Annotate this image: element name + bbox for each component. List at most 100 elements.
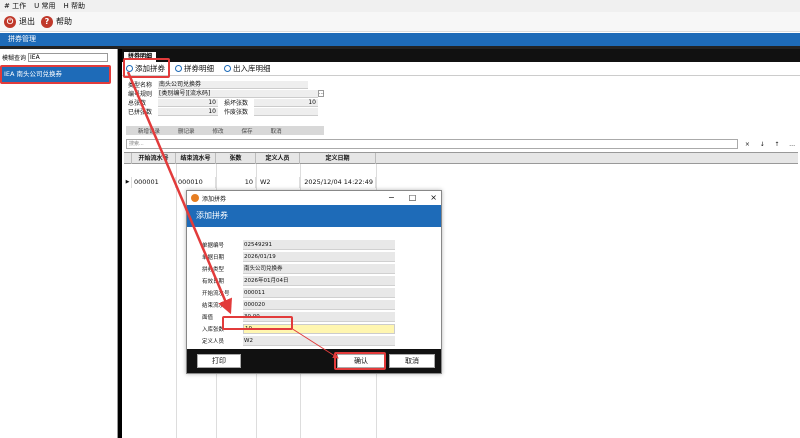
dialog-titlebar: 添加拼券 − □ × bbox=[187, 191, 441, 205]
close-icon[interactable]: × bbox=[430, 193, 437, 202]
col-end-serial[interactable]: 结束流水号 bbox=[176, 153, 216, 164]
app-window: { "menu": {"items": ["# 工作", "U 常用", "H … bbox=[0, 0, 800, 438]
up-arrow-icon[interactable]: ↑ bbox=[774, 141, 779, 148]
highlight-add-button bbox=[123, 58, 170, 78]
help-icon: ? bbox=[41, 15, 53, 28]
field-value: 000020 bbox=[243, 299, 395, 310]
nav-edit[interactable]: 修改 bbox=[213, 127, 224, 135]
void-value bbox=[254, 107, 318, 116]
col-start-serial[interactable]: 开始流水号 bbox=[132, 153, 176, 164]
exit-label: 退出 bbox=[19, 17, 35, 26]
field-valid-date: 有效日期 2026年01月04日 bbox=[201, 275, 395, 286]
used-row: 已拼张数 10 bbox=[128, 107, 218, 116]
fuzzy-search: 模糊查询 bbox=[2, 53, 109, 62]
cell-create-date: 2025/12/04 14:22:49 bbox=[300, 177, 376, 188]
grid-search-input[interactable]: 搜索... bbox=[126, 139, 738, 149]
damaged-label: 损坏张数 bbox=[224, 100, 249, 107]
action-bar: 添加拼券 拼券明细 出入库明细 bbox=[122, 62, 800, 76]
col-create-date[interactable]: 定义日期 bbox=[300, 153, 376, 164]
nav-add[interactable]: 新增记录 bbox=[138, 127, 160, 135]
void-label: 作废张数 bbox=[224, 109, 249, 116]
window-controls: − □ × bbox=[388, 193, 437, 202]
menu-bar: # 工作 U 常用 H 帮助 bbox=[0, 0, 800, 12]
toolbar: ⏻ 退出 ? 帮助 bbox=[0, 12, 800, 32]
add-coupon-dialog: 添加拼券 − □ × 添加拼券 单据编号 02549291 单据日期 2026/… bbox=[186, 190, 442, 374]
field-doc-no: 单据编号 02549291 bbox=[201, 239, 395, 250]
exit-icon: ⏻ bbox=[4, 15, 16, 28]
type-label: 类型名称 bbox=[128, 82, 153, 89]
fuzzy-input[interactable] bbox=[28, 53, 109, 62]
menu-work[interactable]: # 工作 bbox=[4, 1, 26, 11]
tab-strip: 拼券明细 bbox=[122, 49, 800, 62]
cell-start-serial: 000001 bbox=[132, 177, 176, 188]
col-creator[interactable]: 定义人员 bbox=[256, 153, 300, 164]
field-coupon-type: 拼券类型 南头公司兑换券 bbox=[201, 263, 395, 274]
info-icon bbox=[175, 65, 182, 72]
total-value: 10 bbox=[158, 98, 218, 107]
more-icon[interactable]: … bbox=[789, 141, 795, 148]
field-label: 单据编号 bbox=[202, 242, 225, 249]
highlight-tree-item bbox=[0, 65, 111, 84]
field-value: 000011 bbox=[243, 287, 395, 298]
field-creator: 定义人员 W2 bbox=[201, 335, 395, 346]
total-label: 总张数 bbox=[128, 100, 147, 107]
dialog-window-title: 添加拼券 bbox=[202, 195, 227, 203]
rule-picker-button[interactable]: ... bbox=[318, 90, 324, 97]
search-controls: × ↓ ↑ … bbox=[740, 139, 800, 149]
menu-help[interactable]: H 帮助 bbox=[63, 1, 85, 11]
fuzzy-label: 模糊查询 bbox=[2, 55, 27, 62]
rule-row: 编号规则 [类别编号][流水码] ... bbox=[128, 89, 324, 98]
total-row: 总张数 10 bbox=[128, 98, 218, 107]
col-line bbox=[176, 164, 177, 438]
field-label: 拼券类型 bbox=[202, 266, 225, 273]
field-value: 02549291 bbox=[243, 239, 395, 250]
grid-header: 开始流水号 结束流水号 张数 定义人员 定义日期 bbox=[124, 153, 798, 164]
nav-delete[interactable]: 删记录 bbox=[178, 127, 195, 135]
down-arrow-icon[interactable]: ↓ bbox=[760, 141, 765, 148]
field-value: 南头公司兑换券 bbox=[243, 263, 395, 274]
coupon-detail-label: 拼券明细 bbox=[184, 64, 214, 73]
cancel-button[interactable]: 取消 bbox=[389, 354, 435, 368]
cell-creator: W2 bbox=[256, 177, 300, 188]
field-value: 2026/01/19 bbox=[243, 251, 395, 262]
record-nav-bar: 新增记录 删记录 修改 保存 取消 bbox=[126, 126, 324, 135]
field-label: 单据日期 bbox=[202, 254, 225, 261]
creator-value: W2 bbox=[243, 335, 395, 346]
highlight-confirm-button bbox=[334, 352, 386, 370]
row-pointer-icon: ▶ bbox=[124, 177, 132, 188]
inout-detail-label: 出入库明细 bbox=[233, 64, 271, 73]
user-icon bbox=[224, 65, 231, 72]
app-logo-icon bbox=[191, 194, 199, 202]
damaged-row: 损坏张数 10 bbox=[224, 98, 324, 107]
window-title: 拼券管理 bbox=[0, 33, 800, 46]
inout-detail-button[interactable]: 出入库明细 bbox=[224, 63, 271, 74]
dialog-header: 添加拼券 bbox=[187, 205, 441, 227]
field-end-serial: 结束流水号 000020 bbox=[201, 299, 395, 310]
used-value: 10 bbox=[158, 107, 218, 116]
nav-cancel[interactable]: 取消 bbox=[271, 127, 282, 135]
field-label: 结束流水号 bbox=[202, 302, 230, 309]
coupon-detail-button[interactable]: 拼券明细 bbox=[175, 63, 214, 74]
field-label: 有效日期 bbox=[202, 278, 225, 285]
dialog-footer: 打印 确认 取消 bbox=[187, 349, 441, 373]
help-button[interactable]: ? 帮助 bbox=[41, 15, 72, 28]
maximize-icon[interactable]: □ bbox=[409, 193, 417, 202]
rule-value: [类别编号][流水码] bbox=[158, 89, 318, 98]
damaged-value: 10 bbox=[254, 98, 318, 107]
field-value: 2026年01月04日 bbox=[243, 275, 395, 286]
cell-count: 10 bbox=[216, 177, 256, 188]
table-row[interactable]: ▶ 000001 000010 10 W2 2025/12/04 14:22:4… bbox=[124, 177, 798, 188]
row-indicator-header bbox=[124, 153, 132, 164]
highlight-qty-input bbox=[222, 316, 293, 330]
void-row: 作废张数 bbox=[224, 107, 324, 116]
print-button[interactable]: 打印 bbox=[197, 354, 241, 368]
field-label: 开始流水号 bbox=[202, 290, 230, 297]
left-pane: 模糊查询 IEA 南头公司兑换券 bbox=[0, 49, 118, 438]
nav-save[interactable]: 保存 bbox=[242, 127, 253, 135]
clear-icon[interactable]: × bbox=[745, 141, 750, 148]
minimize-icon[interactable]: − bbox=[388, 193, 395, 202]
menu-common[interactable]: U 常用 bbox=[34, 1, 55, 11]
exit-button[interactable]: ⏻ 退出 bbox=[4, 15, 35, 28]
col-count[interactable]: 张数 bbox=[216, 153, 256, 164]
type-row: 类型名称 南头公司兑换券 bbox=[128, 80, 308, 89]
